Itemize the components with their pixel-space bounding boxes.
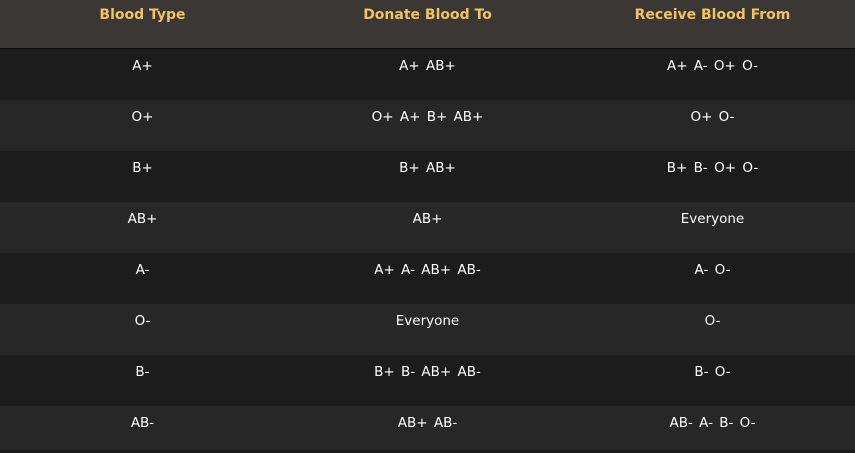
cell-blood-type: AB+ bbox=[127, 211, 158, 227]
cell-donate-to: B+ B- AB+ AB- bbox=[374, 364, 481, 380]
cell-blood-type: B- bbox=[135, 364, 150, 380]
cell-donate-to: B+ AB+ bbox=[399, 160, 456, 176]
cell-blood-type: B+ bbox=[132, 160, 153, 176]
table-row: O+ O+ A+ B+ AB+ O+ O- bbox=[0, 100, 855, 151]
table-row: A+ A+ AB+ A+ A- O+ O- bbox=[0, 49, 855, 100]
cell-blood-type: A- bbox=[135, 262, 150, 278]
cell-receive-from: O+ O- bbox=[690, 109, 735, 125]
cell-receive-from: A+ A- O+ O- bbox=[666, 58, 759, 74]
blood-compatibility-table: Blood Type Donate Blood To Receive Blood… bbox=[0, 0, 855, 453]
table-row: B+ B+ AB+ B+ B- O+ O- bbox=[0, 151, 855, 202]
table-header: Blood Type Donate Blood To Receive Blood… bbox=[0, 0, 855, 49]
table-row: A- A+ A- AB+ AB- A- O- bbox=[0, 253, 855, 304]
cell-blood-type: A+ bbox=[132, 58, 153, 74]
cell-receive-from: B- O- bbox=[694, 364, 731, 380]
cell-donate-to: O+ A+ B+ AB+ bbox=[371, 109, 484, 125]
table-row: O- Everyone O- bbox=[0, 304, 855, 355]
cell-receive-from: O- bbox=[704, 313, 721, 329]
cell-donate-to: AB+ AB- bbox=[397, 415, 458, 431]
header-donate-to: Donate Blood To bbox=[363, 7, 492, 23]
header-blood-type: Blood Type bbox=[99, 7, 186, 23]
cell-blood-type: O- bbox=[134, 313, 151, 329]
table-row: AB+ AB+ Everyone bbox=[0, 202, 855, 253]
cell-donate-to: A+ AB+ bbox=[399, 58, 456, 74]
cell-donate-to: AB+ bbox=[412, 211, 443, 227]
cell-receive-from: AB- A- B- O- bbox=[669, 415, 756, 431]
cell-receive-from: Everyone bbox=[680, 211, 745, 227]
cell-donate-to: A+ A- AB+ AB- bbox=[374, 262, 481, 278]
cell-blood-type: O+ bbox=[131, 109, 154, 125]
header-receive-from: Receive Blood From bbox=[634, 7, 791, 23]
cell-receive-from: B+ B- O+ O- bbox=[666, 160, 759, 176]
table-row: AB- AB+ AB- AB- A- B- O- bbox=[0, 406, 855, 450]
cell-donate-to: Everyone bbox=[395, 313, 460, 329]
table-row: B- B+ B- AB+ AB- B- O- bbox=[0, 355, 855, 406]
cell-receive-from: A- O- bbox=[694, 262, 731, 278]
cell-blood-type: AB- bbox=[130, 415, 155, 431]
